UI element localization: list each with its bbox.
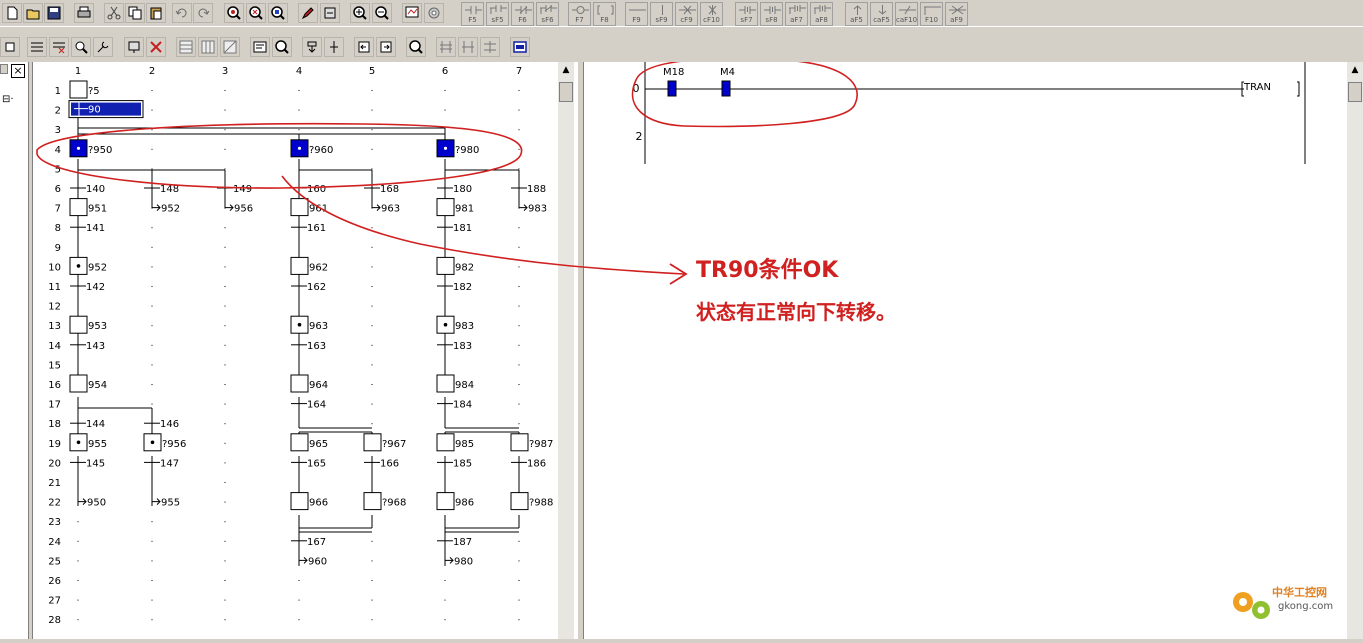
watermark: 中华工控网 gkong.com xyxy=(1228,580,1358,630)
annotation-arrow xyxy=(281,175,688,285)
annotation-text: TR90条件OK 状态有正常向下转移。 xyxy=(696,255,896,327)
annotation-line-2: 状态有正常向下转移。 xyxy=(696,300,896,324)
watermark-cn: 中华工控网 xyxy=(1272,585,1327,599)
gear-logo-icon: 中华工控网 gkong.com xyxy=(1233,585,1333,619)
watermark-en: gkong.com xyxy=(1278,601,1333,612)
annotation-line-1: TR90条件OK xyxy=(696,258,839,283)
